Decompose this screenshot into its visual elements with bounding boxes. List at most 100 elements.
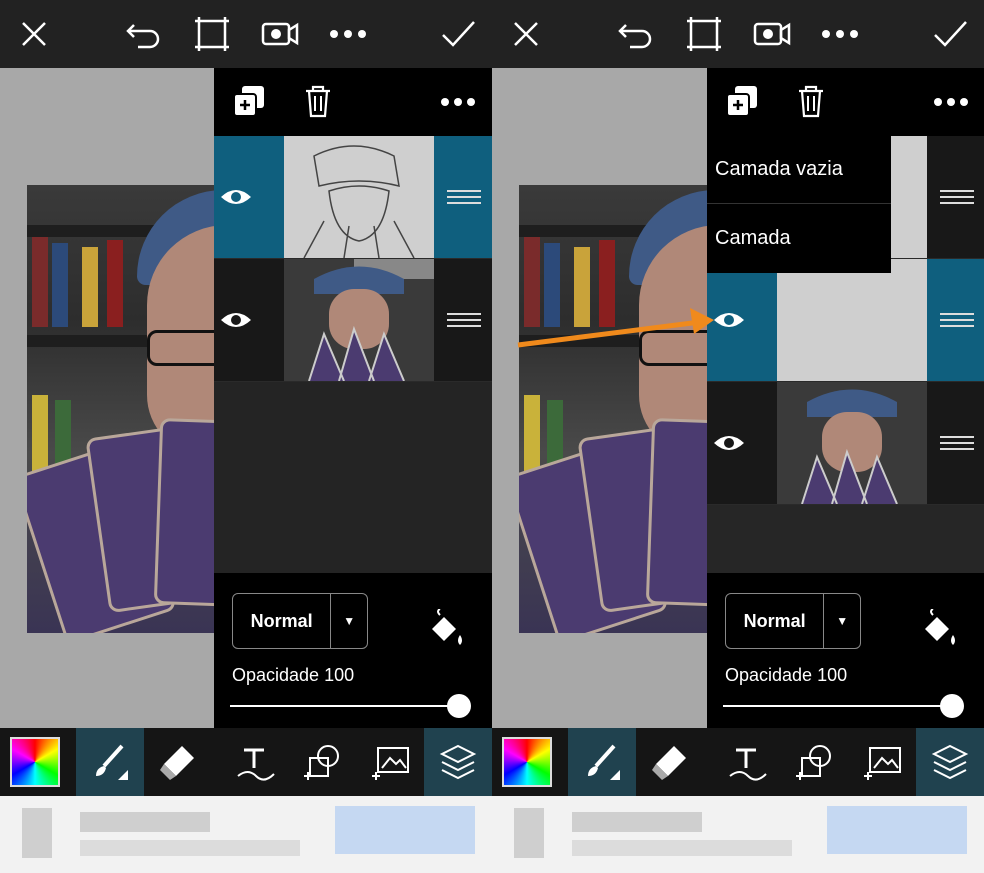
paint-bucket-icon[interactable] <box>919 609 959 649</box>
color-wheel-icon <box>10 737 60 787</box>
text-icon <box>729 748 767 781</box>
eye-icon <box>714 313 744 327</box>
reorder-handle[interactable] <box>436 259 492 381</box>
drag-handle-icon <box>940 436 974 450</box>
layers-icon <box>439 744 477 780</box>
eraser-icon <box>652 746 686 780</box>
video-button[interactable] <box>750 12 794 56</box>
color-wheel-icon <box>502 737 552 787</box>
close-button[interactable] <box>504 12 548 56</box>
trash-icon[interactable] <box>304 84 332 118</box>
eraser-icon <box>160 746 194 780</box>
reorder-handle[interactable] <box>929 382 984 504</box>
add-layer-menu: Camada vazia Camada <box>707 136 891 273</box>
book <box>599 240 615 327</box>
blend-mode-select[interactable]: Normal ▼ <box>725 593 861 649</box>
close-icon <box>514 22 538 46</box>
blurred-text <box>572 840 792 856</box>
brush-icon <box>96 744 128 780</box>
reorder-handle[interactable] <box>929 136 984 258</box>
add-image-button[interactable] <box>850 728 918 796</box>
layer-properties: Normal ▼ Opacidade 100 <box>707 573 984 728</box>
check-icon <box>934 21 967 47</box>
layers-tool-button[interactable] <box>916 728 984 796</box>
drag-handle-icon <box>447 313 481 327</box>
apply-button[interactable] <box>928 12 972 56</box>
menu-item-layer[interactable]: Camada <box>707 204 891 272</box>
paint-bucket-icon[interactable] <box>426 609 466 649</box>
left-screenshot: Normal ▼ Opacidade 100 <box>0 0 492 873</box>
eye-icon <box>221 190 251 204</box>
book <box>82 247 98 327</box>
blend-mode-label: Normal <box>250 610 313 631</box>
drag-handle-icon <box>447 190 481 204</box>
blurred-logo <box>22 808 52 858</box>
more-icon <box>822 30 858 38</box>
crop-button[interactable] <box>682 12 726 56</box>
shapes-tool-button[interactable] <box>782 728 850 796</box>
eraser-tool-button[interactable] <box>636 728 704 796</box>
video-icon <box>261 22 299 46</box>
add-layer-icon[interactable] <box>725 84 759 118</box>
layer-row-new-empty[interactable] <box>707 259 984 382</box>
layers-header <box>214 68 492 136</box>
reorder-handle[interactable] <box>436 136 492 258</box>
drag-handle-icon <box>940 190 974 204</box>
drag-handle-icon <box>940 313 974 327</box>
brush-tool-button[interactable] <box>76 728 144 796</box>
crop-icon <box>687 17 721 51</box>
layer-row[interactable] <box>214 259 492 382</box>
visibility-toggle[interactable] <box>707 259 751 381</box>
book <box>52 243 68 327</box>
layer-thumbnail <box>284 136 434 258</box>
trash-icon[interactable] <box>797 84 825 118</box>
menu-item-empty-layer[interactable]: Camada vazia <box>707 136 891 204</box>
brush-tool-button[interactable] <box>568 728 636 796</box>
add-layer-icon[interactable] <box>232 84 266 118</box>
more-options-button[interactable] <box>326 12 370 56</box>
video-button[interactable] <box>258 12 302 56</box>
ad-banner <box>492 796 984 873</box>
more-icon[interactable] <box>440 96 476 108</box>
layer-row[interactable] <box>214 136 492 259</box>
undo-button[interactable] <box>614 12 658 56</box>
add-image-button[interactable] <box>358 728 426 796</box>
apply-button[interactable] <box>436 12 480 56</box>
book <box>32 395 48 475</box>
top-toolbar <box>492 0 984 68</box>
opacity-slider-track[interactable] <box>230 705 460 707</box>
layer-row[interactable] <box>707 382 984 505</box>
book <box>107 240 123 327</box>
text-tool-button[interactable] <box>222 728 290 796</box>
visibility-toggle[interactable] <box>214 136 258 258</box>
close-button[interactable] <box>12 12 56 56</box>
blurred-text <box>80 840 300 856</box>
eraser-tool-button[interactable] <box>144 728 212 796</box>
undo-icon <box>618 24 652 49</box>
color-picker-button[interactable] <box>492 728 562 796</box>
bottom-toolbar <box>492 728 984 796</box>
right-screenshot: Normal ▼ Opacidade 100 <box>492 0 984 873</box>
photo-thumbnail <box>777 382 927 504</box>
opacity-slider-track[interactable] <box>723 705 953 707</box>
layers-header <box>707 68 984 136</box>
brush-icon <box>588 744 620 780</box>
visibility-toggle[interactable] <box>707 382 751 504</box>
text-tool-button[interactable] <box>714 728 782 796</box>
more-icon[interactable] <box>933 96 969 108</box>
opacity-label: Opacidade 100 <box>725 665 848 685</box>
crop-button[interactable] <box>190 12 234 56</box>
undo-button[interactable] <box>122 12 166 56</box>
reorder-handle[interactable] <box>929 259 984 381</box>
more-options-button[interactable] <box>818 12 862 56</box>
canvas-peek <box>214 382 492 573</box>
blend-mode-select[interactable]: Normal ▼ <box>232 593 368 649</box>
color-picker-button[interactable] <box>0 728 70 796</box>
opacity-slider-knob[interactable] <box>447 694 471 718</box>
visibility-toggle[interactable] <box>214 259 258 381</box>
text-icon <box>237 748 275 781</box>
crop-icon <box>195 17 229 51</box>
shapes-tool-button[interactable] <box>290 728 358 796</box>
layers-tool-button[interactable] <box>424 728 492 796</box>
opacity-slider-knob[interactable] <box>940 694 964 718</box>
